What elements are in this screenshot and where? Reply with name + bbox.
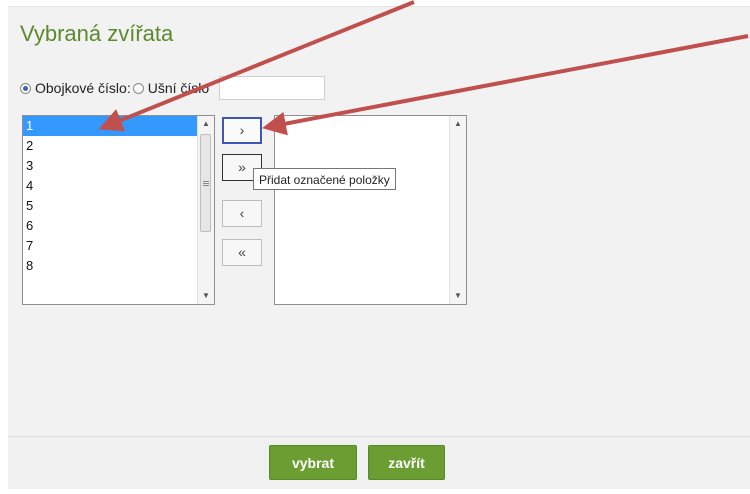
list-item[interactable]: 3 (23, 156, 198, 176)
scroll-up-arrow-icon[interactable]: ▲ (198, 116, 214, 132)
close-button[interactable]: zavřít (368, 445, 445, 480)
add-selected-button[interactable]: › (222, 117, 262, 144)
radio-collar-number-label[interactable]: Obojkové číslo: (35, 80, 131, 96)
list-item[interactable]: 8 (23, 256, 198, 276)
select-animals-dialog: Vybraná zvířata Obojkové číslo: Ušní čís… (8, 6, 750, 489)
scrollbar-thumb[interactable] (200, 134, 211, 232)
radio-ear-number[interactable] (132, 82, 144, 94)
id-type-selector: Obojkové číslo: Ušní číslo (20, 76, 326, 100)
select-button[interactable]: vybrat (269, 445, 357, 480)
remove-all-button[interactable]: « (222, 239, 262, 266)
dialog-title: Vybraná zvířata (20, 21, 174, 46)
selected-list-scrollbar[interactable]: ▲ ▼ (449, 116, 466, 304)
list-item[interactable]: 6 (23, 216, 198, 236)
dialog-footer: vybrat zavřít (8, 436, 750, 489)
remove-selected-button[interactable]: ‹ (222, 200, 262, 227)
id-number-input[interactable] (219, 76, 326, 100)
scroll-up-arrow-icon[interactable]: ▲ (450, 116, 466, 132)
list-item[interactable]: 2 (23, 136, 198, 156)
scroll-down-arrow-icon[interactable]: ▼ (198, 288, 214, 304)
list-item[interactable]: 7 (23, 236, 198, 256)
list-item[interactable]: 4 (23, 176, 198, 196)
available-animals-list[interactable]: 12345678 ▲ ▼ (22, 115, 215, 305)
list-item[interactable]: 5 (23, 196, 198, 216)
radio-collar-number[interactable] (20, 82, 31, 94)
available-list-scrollbar[interactable]: ▲ ▼ (197, 116, 214, 304)
radio-ear-number-label[interactable]: Ušní číslo (148, 80, 209, 96)
selected-animals-list[interactable]: ▲ ▼ (274, 115, 467, 305)
available-animals-items: 12345678 (23, 116, 198, 276)
scroll-down-arrow-icon[interactable]: ▼ (450, 288, 466, 304)
list-item[interactable]: 1 (23, 116, 198, 136)
add-selected-tooltip: Přidat označené položky (253, 168, 396, 190)
